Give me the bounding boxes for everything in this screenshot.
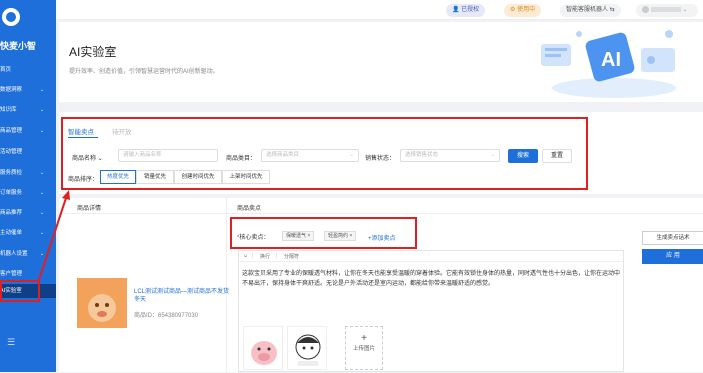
- sidebar-item-knowledge[interactable]: 知识库 ⌄: [0, 103, 56, 117]
- apply-button[interactable]: 应 用: [642, 249, 703, 264]
- chevron-down-icon: ⌄: [40, 190, 45, 196]
- uploaded-image[interactable]: [243, 326, 283, 370]
- editor-toolbar: ☺ | 换行 | 分隔符: [239, 251, 623, 262]
- uploaded-image[interactable]: [287, 326, 327, 370]
- chevron-down-icon: ⌄: [40, 210, 45, 216]
- sidebar-item-robot-settings[interactable]: 机器人设置 ⌄: [0, 247, 56, 261]
- sidebar: 快麦小智 首页 数据洞察 ⌄ 知识库 ⌄ 商品管理 ⌄ 活动管理 服务质检 ⌄ 订单服务…: [0, 0, 56, 372]
- generate-selling-points-button[interactable]: 生成卖点话术: [642, 231, 703, 245]
- chevron-down-icon: ⌄: [40, 128, 45, 134]
- page-header: AI实验室 提升效率、创造价值，引领智慧运营时代的AI创新驱动。 AI: [59, 22, 703, 102]
- gear-icon: ⚙: [510, 7, 516, 13]
- table-header: 商品详情 商品卖点: [59, 198, 703, 214]
- avatar: [642, 5, 649, 13]
- swap-icon: ⇆: [609, 7, 615, 13]
- line-break-button[interactable]: 换行: [260, 253, 270, 260]
- user-menu[interactable]: ⌄: [636, 4, 698, 17]
- robot-selector[interactable]: 智能客服机器人 ⇆: [560, 4, 621, 17]
- top-bar: 👤 已授权 ⚙ 使用中 智能客服机器人 ⇆ ⌄: [56, 0, 703, 20]
- sidebar-item-reminder[interactable]: 主动催单 ⌄: [0, 226, 56, 240]
- highlight-box-keywords: [230, 217, 417, 249]
- page-title: AI实验室: [69, 45, 117, 59]
- column-divider: [226, 198, 227, 372]
- user-name-masked: [650, 6, 681, 12]
- plus-icon: +: [361, 333, 367, 344]
- toolbar-divider: |: [252, 253, 254, 259]
- editor-text[interactable]: 这款宝贝采用了专业的保暖透气材料，让你在冬天也能享受温暖的穿着体验。它能有效锁住…: [242, 269, 620, 289]
- authorized-badge[interactable]: 👤 已授权: [446, 4, 486, 17]
- sidebar-item-orders[interactable]: 订单服务 ⌄: [0, 186, 56, 200]
- sidebar-item-customers[interactable]: 客户管理: [0, 267, 56, 281]
- sidebar-item-home[interactable]: 首页: [0, 63, 56, 77]
- sidebar-item-data[interactable]: 数据洞察 ⌄: [0, 83, 56, 97]
- chevron-down-icon: ⌄: [40, 107, 45, 113]
- highlight-box-filters: [61, 117, 588, 190]
- person-icon: 👤: [452, 7, 460, 13]
- emoji-icon[interactable]: ☺: [243, 253, 248, 259]
- product-image[interactable]: [77, 278, 127, 328]
- sidebar-item-recommend[interactable]: 商品推荐 ⌄: [0, 206, 56, 220]
- in-use-badge[interactable]: ⚙ 使用中: [504, 4, 542, 17]
- app-name: 快麦小智: [0, 41, 37, 51]
- toolbar-divider: |: [276, 253, 278, 259]
- ai-illustration: AI: [541, 30, 676, 98]
- highlight-box-sidebar: [0, 280, 40, 302]
- sidebar-item-activity[interactable]: 活动管理: [0, 145, 56, 159]
- col-header-selling: 商品卖点: [237, 206, 262, 212]
- chevron-down-icon: ⌄: [40, 251, 45, 257]
- product-name-link[interactable]: LCL测试测试商品—测试商品不发货冬天: [134, 288, 229, 304]
- chevron-down-icon: ⌄: [40, 170, 45, 176]
- upload-image-button[interactable]: + 上传图片: [345, 326, 383, 370]
- sidebar-item-products[interactable]: 商品管理 ⌄: [0, 124, 56, 138]
- chevron-down-icon: ⌄: [40, 87, 45, 93]
- app-logo: [2, 8, 20, 26]
- col-header-detail: 商品详情: [77, 206, 102, 212]
- chevron-down-icon: ⌄: [40, 230, 45, 236]
- collapse-icon[interactable]: ☰: [7, 337, 15, 348]
- sidebar-item-qa[interactable]: 服务质检 ⌄: [0, 166, 56, 180]
- chevron-down-icon: ⌄: [682, 7, 688, 13]
- product-id: 商品ID：654380977030: [134, 313, 199, 319]
- page-subtitle: 提升效率、创造价值，引领智慧运营时代的AI创新驱动。: [69, 69, 219, 75]
- separator-button[interactable]: 分隔符: [284, 253, 299, 260]
- svg-text:AI: AI: [601, 49, 621, 71]
